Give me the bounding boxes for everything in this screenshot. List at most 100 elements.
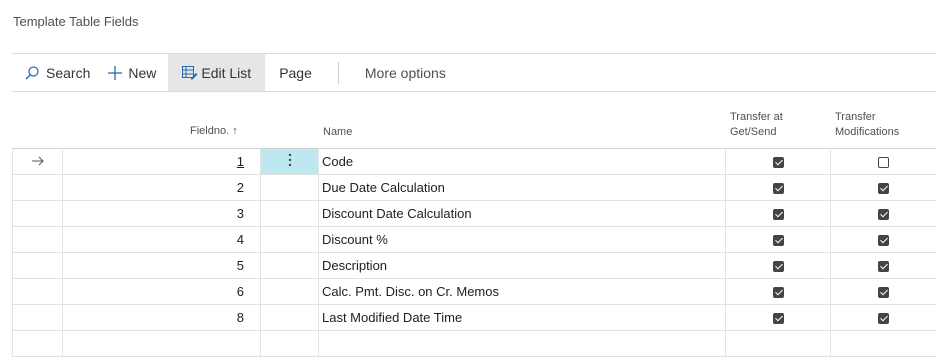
transfer-cell — [725, 304, 831, 331]
fieldno-cell[interactable]: 3 — [62, 200, 261, 227]
modifications-checkbox[interactable] — [878, 261, 889, 273]
table-row[interactable]: 3 Discount Date Calculation — [12, 200, 936, 227]
name-cell[interactable]: Discount % — [318, 226, 726, 253]
fieldno-cell[interactable]: 6 — [62, 278, 261, 305]
fieldno-cell[interactable]: 2 — [62, 174, 261, 201]
row-indicator[interactable] — [12, 174, 63, 201]
edit-list-button[interactable]: Edit List — [168, 54, 266, 91]
row-indicator[interactable] — [12, 148, 63, 175]
name-value: Discount % — [322, 232, 388, 247]
name-cell[interactable]: Code — [318, 148, 726, 175]
action-bar: Search New Edit List Page More options — [12, 53, 936, 92]
column-header-mods-line2: Modifications — [835, 126, 900, 138]
transfer-cell — [725, 252, 831, 279]
transfer-checkbox[interactable] — [772, 235, 784, 247]
modifications-cell — [830, 252, 936, 279]
modifications-checkbox[interactable] — [878, 183, 889, 195]
name-cell[interactable]: Last Modified Date Time — [318, 304, 726, 331]
table-row[interactable]: 6 Calc. Pmt. Disc. on Cr. Memos — [12, 278, 936, 305]
name-cell[interactable] — [318, 330, 726, 357]
modifications-cell — [830, 304, 936, 331]
name-cell[interactable]: Discount Date Calculation — [318, 200, 726, 227]
transfer-checkbox[interactable] — [772, 209, 784, 221]
fieldno-cell[interactable]: 8 — [62, 304, 261, 331]
row-menu-cell[interactable] — [260, 200, 319, 227]
modifications-cell — [830, 226, 936, 253]
row-indicator[interactable] — [12, 278, 63, 305]
arrow-right-icon — [31, 154, 45, 169]
column-header-transfer[interactable]: Transfer at Get/Send — [730, 110, 783, 140]
row-indicator[interactable] — [12, 330, 63, 357]
table-row[interactable]: 1 Code — [12, 148, 936, 175]
table-row[interactable]: 5 Description — [12, 252, 936, 279]
name-value: Description — [322, 258, 388, 273]
fieldno-cell[interactable]: 5 — [62, 252, 261, 279]
transfer-checkbox[interactable] — [772, 313, 784, 325]
transfer-cell — [725, 148, 831, 175]
page-button[interactable]: Page — [265, 54, 328, 91]
edit-list-label: Edit List — [201, 64, 252, 81]
modifications-cell — [830, 200, 936, 227]
row-menu-cell[interactable] — [260, 304, 319, 331]
name-value: Last Modified Date Time — [322, 310, 463, 325]
name-cell[interactable]: Due Date Calculation — [318, 174, 726, 201]
table-row[interactable]: 4 Discount % — [12, 226, 936, 253]
column-header-transfer-line2: Get/Send — [730, 126, 777, 138]
row-menu-cell[interactable] — [260, 174, 319, 201]
modifications-checkbox[interactable] — [878, 287, 889, 299]
name-cell[interactable]: Description — [318, 252, 726, 279]
row-menu-cell[interactable] — [260, 252, 319, 279]
new-label: New — [128, 64, 157, 81]
fieldno-value: 1 — [236, 154, 244, 169]
more-options-label: More options — [364, 64, 446, 81]
table-row[interactable]: 8 Last Modified Date Time — [12, 304, 936, 331]
action-separator — [337, 61, 339, 84]
column-header-transfer-line1: Transfer at — [730, 111, 783, 123]
column-header-mods-line1: Transfer — [835, 111, 876, 123]
fieldno-cell[interactable] — [62, 330, 261, 357]
fieldno-value: 6 — [236, 284, 244, 299]
transfer-checkbox[interactable] — [772, 287, 784, 299]
row-menu-cell[interactable] — [260, 226, 319, 253]
fieldno-value: 8 — [236, 310, 244, 325]
fieldno-value: 4 — [236, 232, 244, 247]
column-header-modifications[interactable]: Transfer Modifications — [835, 110, 899, 140]
row-indicator[interactable] — [12, 200, 63, 227]
transfer-cell — [725, 174, 831, 201]
fieldno-cell[interactable]: 4 — [62, 226, 261, 253]
search-button[interactable]: Search — [12, 54, 100, 91]
row-indicator[interactable] — [12, 226, 63, 253]
fieldno-value: 3 — [236, 206, 244, 221]
transfer-checkbox[interactable] — [772, 261, 784, 273]
fieldno-cell[interactable]: 1 — [62, 148, 261, 175]
table-header: Fieldno. ↑ Name Transfer at Get/Send Tra… — [12, 100, 936, 146]
modifications-cell — [830, 174, 936, 201]
row-menu-cell[interactable] — [260, 330, 319, 357]
table-row[interactable]: 2 Due Date Calculation — [12, 174, 936, 201]
column-header-fieldno[interactable]: Fieldno. ↑ — [190, 125, 238, 137]
name-value: Calc. Pmt. Disc. on Cr. Memos — [322, 284, 499, 299]
page-label: Page — [279, 64, 312, 81]
more-vertical-icon[interactable] — [288, 153, 292, 170]
transfer-checkbox[interactable] — [772, 183, 784, 195]
new-button[interactable]: New — [100, 54, 168, 91]
transfer-checkbox[interactable] — [772, 157, 784, 169]
row-indicator[interactable] — [12, 304, 63, 331]
name-value: Discount Date Calculation — [322, 206, 472, 221]
row-menu-cell[interactable] — [260, 278, 319, 305]
transfer-cell — [725, 200, 831, 227]
more-options-button[interactable]: More options — [349, 54, 446, 91]
table-row[interactable] — [12, 330, 936, 357]
modifications-checkbox[interactable] — [878, 235, 889, 247]
modifications-checkbox[interactable] — [878, 209, 889, 221]
name-cell[interactable]: Calc. Pmt. Disc. on Cr. Memos — [318, 278, 726, 305]
modifications-checkbox[interactable] — [878, 313, 889, 325]
column-header-name[interactable]: Name — [323, 126, 352, 138]
plus-icon — [108, 65, 123, 80]
search-label: Search — [46, 64, 91, 81]
modifications-cell — [830, 330, 936, 357]
name-value: Code — [322, 154, 354, 169]
row-menu-cell[interactable] — [260, 148, 319, 175]
modifications-checkbox[interactable] — [878, 157, 889, 169]
row-indicator[interactable] — [12, 252, 63, 279]
